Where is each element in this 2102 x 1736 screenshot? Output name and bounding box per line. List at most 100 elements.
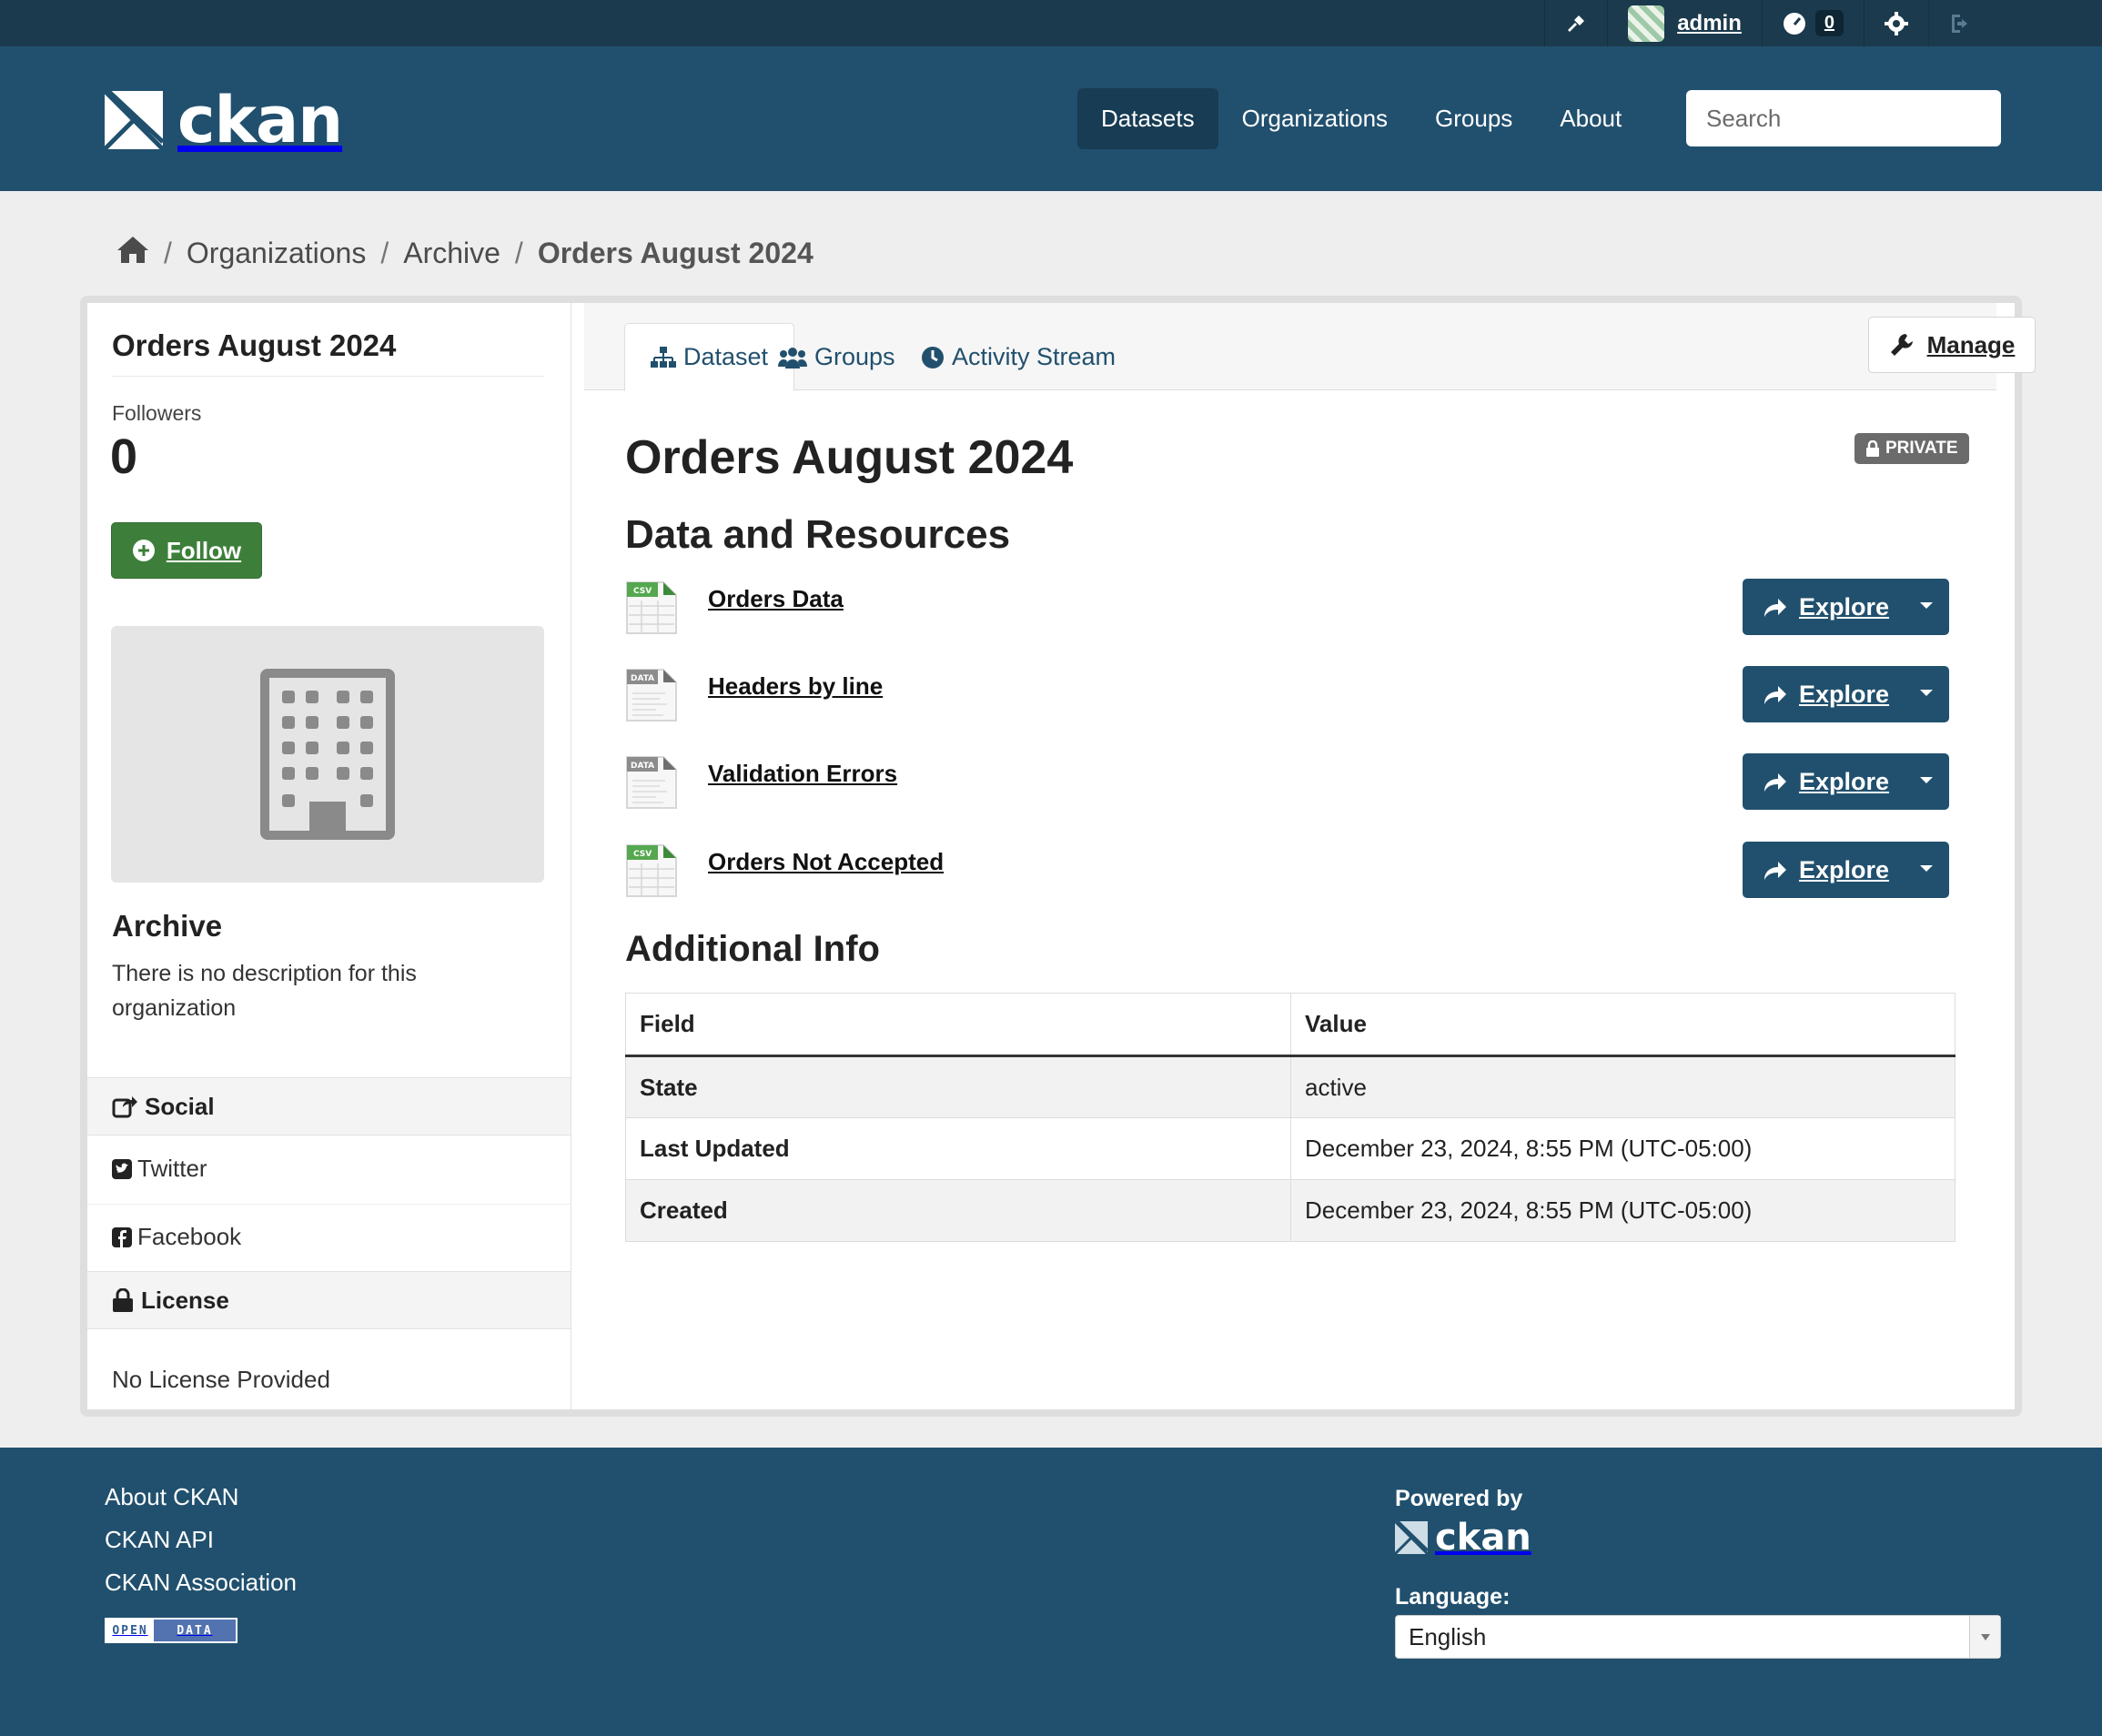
organization-name[interactable]: Archive	[112, 909, 222, 944]
column-header-field: Field	[625, 993, 1291, 1057]
table-header-row: Field Value	[625, 993, 1955, 1057]
caret-down-icon[interactable]	[1920, 602, 1933, 609]
nav-organizations[interactable]: Organizations	[1218, 88, 1411, 149]
select-arrow-icon[interactable]	[1969, 1616, 2000, 1658]
account-masthead: admin 0	[0, 0, 2102, 46]
organization-description: There is no description for this organiz…	[112, 961, 417, 1021]
language-selected: English	[1409, 1622, 1487, 1650]
building-icon	[260, 669, 395, 840]
resource-title[interactable]: Orders Data	[708, 585, 844, 613]
share-icon	[1764, 686, 1786, 704]
search-input[interactable]	[1706, 104, 2011, 133]
breadcrumb-current[interactable]: Orders August 2024	[538, 237, 814, 270]
share-icon	[1764, 773, 1786, 792]
settings-link[interactable]	[1864, 0, 1928, 46]
footer-link-ckan-association[interactable]: CKAN Association	[105, 1569, 297, 1595]
caret-down-icon[interactable]	[1920, 777, 1933, 783]
table-cell-field: Created	[625, 1179, 1291, 1242]
ckan-logo-icon	[1395, 1521, 1428, 1554]
breadcrumb-organizations[interactable]: Organizations	[187, 237, 366, 270]
private-label: PRIVATE	[1885, 439, 1958, 458]
open-data-badge-open: OPEN	[106, 1620, 154, 1641]
additional-info-heading: Additional Info	[625, 929, 880, 969]
logout-link[interactable]	[1928, 0, 1993, 46]
explore-label: Explore	[1799, 767, 1890, 795]
facebook-label: Facebook	[137, 1223, 242, 1250]
social-link-twitter[interactable]: Twitter	[112, 1155, 207, 1183]
resource-item: CSV Orders Not Accepted Explore	[625, 842, 1963, 902]
svg-text:DATA: DATA	[631, 762, 654, 771]
tab-activity-stream-label: Activity Stream	[952, 343, 1117, 370]
explore-label: Explore	[1799, 855, 1890, 883]
notification-badge: 0	[1814, 10, 1844, 36]
social-link-facebook[interactable]: Facebook	[112, 1223, 241, 1251]
breadcrumb-archive[interactable]: Archive	[403, 237, 500, 270]
site-logo[interactable]: ckan	[105, 83, 343, 157]
twitter-icon	[112, 1158, 132, 1179]
explore-button[interactable]: Explore	[1743, 753, 1949, 810]
resource-item: CSV Orders Data Explore	[625, 579, 1963, 639]
home-link[interactable]	[116, 235, 149, 271]
resources-heading: Data and Resources	[625, 512, 1011, 557]
additional-info-table: Field Value State active Last Updated De…	[625, 993, 1955, 1242]
lock-icon	[1866, 440, 1879, 457]
organization-image[interactable]	[111, 626, 544, 883]
resource-title[interactable]: Validation Errors	[708, 760, 897, 788]
avatar	[1628, 5, 1665, 42]
footer-ckan-logo[interactable]: ckan	[1395, 1517, 1531, 1559]
gavel-icon	[1568, 15, 1585, 32]
follow-label: Follow	[166, 536, 242, 564]
svg-text:CSV: CSV	[633, 587, 652, 596]
nav-groups[interactable]: Groups	[1411, 88, 1536, 149]
table-row: Last Updated December 23, 2024, 8:55 PM …	[625, 1117, 1955, 1180]
lock-icon	[113, 1288, 133, 1312]
explore-button[interactable]: Explore	[1743, 842, 1949, 898]
share-icon	[1764, 862, 1786, 880]
footer-link-ckan-api[interactable]: CKAN API	[105, 1527, 297, 1552]
user-profile-link[interactable]: admin	[1607, 0, 1762, 46]
users-icon	[778, 347, 807, 368]
home-icon	[117, 237, 148, 263]
svg-text:CSV: CSV	[633, 850, 652, 859]
caret-down-icon[interactable]	[1920, 865, 1933, 872]
breadcrumb-separator: /	[164, 236, 172, 269]
private-badge: PRIVATE	[1854, 433, 1969, 464]
license-heading: License	[87, 1271, 571, 1329]
resource-title[interactable]: Orders Not Accepted	[708, 848, 944, 876]
tab-activity-stream[interactable]: Activity Stream	[895, 323, 1141, 391]
follow-button[interactable]: Follow	[111, 522, 262, 579]
open-data-badge[interactable]: OPEN DATA	[105, 1618, 237, 1643]
site-search	[1686, 90, 2011, 146]
footer-link-about-ckan[interactable]: About CKAN	[105, 1484, 297, 1509]
resource-title[interactable]: Headers by line	[708, 672, 883, 701]
masthead: ckan Datasets Organizations Groups About	[0, 46, 2102, 191]
plus-circle-icon	[132, 540, 155, 561]
nav-about[interactable]: About	[1536, 88, 1645, 149]
username: admin	[1677, 10, 1742, 35]
sidebar-dataset-title: Orders August 2024	[112, 328, 544, 377]
powered-by-label: Powered by	[1395, 1486, 1523, 1511]
table-cell-value: active	[1290, 1055, 1955, 1118]
manage-button[interactable]: Manage	[1868, 317, 2036, 373]
caret-down-icon[interactable]	[1920, 690, 1933, 696]
manage-label: Manage	[1926, 330, 2016, 358]
footer-links: About CKAN CKAN API CKAN Association	[105, 1484, 297, 1612]
wrench-icon	[1890, 334, 1913, 356]
social-heading: Social	[87, 1077, 571, 1135]
dashboard-link[interactable]: 0	[1761, 0, 1864, 46]
content-tabs: Dataset Groups Activity Stream	[584, 303, 1996, 391]
table-row: Created December 23, 2024, 8:55 PM (UTC-…	[625, 1179, 1955, 1242]
language-select[interactable]: English	[1395, 1615, 2001, 1659]
table-cell-field: State	[625, 1055, 1291, 1118]
language-label: Language:	[1395, 1584, 1511, 1610]
content-wrapper: Orders August 2024 Followers 0 Follow Ar…	[80, 296, 2036, 1417]
explore-button[interactable]: Explore	[1743, 579, 1949, 635]
sysadmin-link[interactable]	[1544, 0, 1607, 46]
gear-icon	[1885, 11, 1908, 35]
dataset-title: Orders August 2024	[625, 431, 1074, 484]
table-cell-field: Last Updated	[625, 1117, 1291, 1180]
explore-button[interactable]: Explore	[1743, 666, 1949, 722]
nav-datasets[interactable]: Datasets	[1077, 88, 1218, 149]
resource-item: DATA Validation Errors Explore	[625, 753, 1963, 813]
license-heading-label: License	[141, 1286, 229, 1314]
